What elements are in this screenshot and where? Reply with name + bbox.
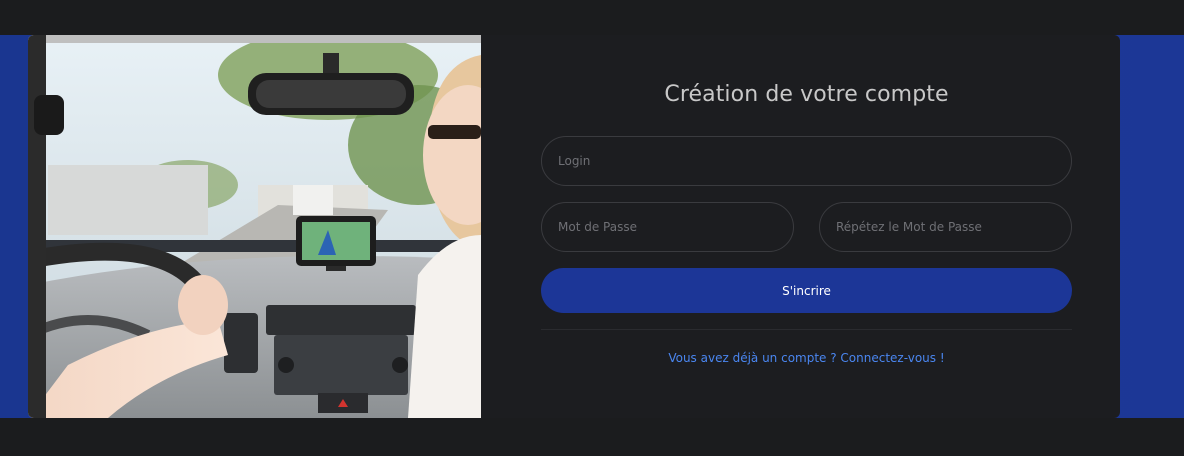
login-input[interactable] [541, 136, 1072, 186]
divider [541, 329, 1072, 330]
login-link[interactable]: Vous avez déjà un compte ? Connectez-vou… [541, 351, 1072, 365]
signup-button[interactable]: S'incrire [541, 268, 1072, 313]
car-gps-photo [28, 35, 481, 418]
password-input[interactable] [541, 202, 794, 252]
page-title: Création de votre compte [664, 82, 949, 107]
password-repeat-input[interactable] [819, 202, 1072, 252]
signup-card: Création de votre compte S'incrire Vous … [28, 35, 1120, 418]
signup-form: Création de votre compte S'incrire Vous … [541, 35, 1072, 418]
